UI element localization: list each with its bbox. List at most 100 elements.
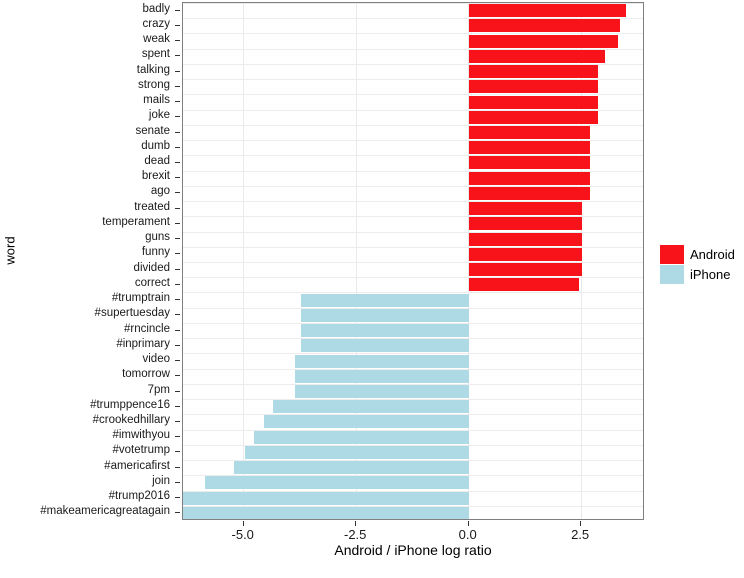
y-axis-tick-label: #trump2016: [108, 490, 170, 503]
bar: [295, 385, 469, 398]
y-axis-tick-label: 7pm: [147, 383, 170, 396]
y-axis-tick-mark: [175, 497, 180, 498]
x-axis-tick-mark: [580, 521, 581, 526]
bar: [468, 171, 591, 185]
y-axis-tick-label: #supertuesday: [94, 307, 170, 320]
legend-item-iphone: iPhone: [660, 264, 744, 284]
y-axis-tick-label: dumb: [141, 139, 170, 152]
x-axis-tick-label: 0.0: [458, 527, 477, 542]
y-axis-tick-label: guns: [145, 231, 170, 244]
bar: [468, 217, 583, 231]
y-axis-tick-mark: [175, 391, 180, 392]
y-axis-tick-mark: [175, 10, 180, 11]
bar: [253, 430, 469, 444]
bar: [301, 293, 469, 307]
y-axis-tick-mark: [175, 101, 180, 102]
bar: [183, 506, 469, 519]
bar: [468, 4, 627, 18]
y-axis-tick-label: ago: [150, 185, 170, 198]
x-axis-tick-mark: [355, 521, 356, 526]
bar: [468, 49, 606, 63]
legend-swatch: [660, 264, 684, 284]
y-axis-tick-mark: [175, 467, 180, 468]
y-axis-tick-mark: [175, 116, 180, 117]
x-axis-tick-label: 2.5: [571, 527, 590, 542]
legend-label: Android: [690, 246, 735, 262]
y-axis-tick-label: #rncincle: [123, 322, 170, 335]
y-axis-tick-mark: [175, 208, 180, 209]
bar: [468, 19, 620, 33]
x-axis-tick-mark: [468, 521, 469, 526]
y-axis-tick-label: #trumppence16: [90, 398, 170, 411]
bar: [468, 34, 618, 48]
y-axis-tick-mark: [175, 512, 180, 513]
y-axis-tick-mark: [175, 345, 180, 346]
y-axis-tick-label: senate: [135, 124, 170, 137]
bar: [233, 461, 469, 475]
y-axis-tick-mark: [175, 421, 180, 422]
bar: [263, 415, 469, 429]
y-axis-tick-label: badly: [142, 2, 171, 15]
bar: [468, 202, 583, 216]
bar: [468, 263, 583, 277]
bar: [468, 232, 583, 246]
y-axis-tick-mark: [175, 284, 180, 285]
bar: [468, 110, 598, 124]
bar: [183, 491, 469, 505]
bar: [244, 445, 469, 459]
y-axis-tick-mark: [175, 238, 180, 239]
legend-label: iPhone: [690, 266, 731, 282]
y-axis-tick-mark: [175, 436, 180, 437]
y-axis-tick-mark: [175, 177, 180, 178]
y-axis-tick-mark: [175, 25, 180, 26]
y-axis-tick-label: spent: [141, 48, 170, 61]
y-axis-tick-label: strong: [138, 78, 170, 91]
y-axis-tick-mark: [175, 147, 180, 148]
y-axis-tick-mark: [175, 451, 180, 452]
y-axis-tick-label: #makeamericagreatagain: [40, 505, 170, 518]
bar: [301, 339, 469, 353]
chart-container: word badly crazy weak spent talking strong mai…: [0, 0, 744, 578]
y-axis-tick-mark: [175, 330, 180, 331]
y-axis-tick-label: brexit: [141, 170, 170, 183]
y-axis-tick-label: video: [142, 353, 171, 366]
bar: [468, 80, 598, 94]
y-axis-tick-label: dead: [144, 154, 170, 167]
y-axis-tick-label: join: [152, 474, 170, 487]
x-axis-title: Android / iPhone log ratio: [334, 542, 492, 558]
bar: [468, 141, 591, 155]
bar: [468, 126, 591, 139]
bar: [295, 354, 469, 368]
y-axis-tick-label: treated: [134, 200, 170, 213]
bar: [468, 247, 583, 261]
x-axis-tick-label: -5.0: [231, 527, 254, 542]
legend-item-android: Android: [660, 244, 744, 264]
y-axis-tick-mark: [175, 299, 180, 300]
bar: [468, 156, 591, 170]
bar: [468, 65, 598, 79]
y-axis-tick-label: temperament: [102, 215, 170, 228]
vertical-gridline-0: [243, 3, 245, 519]
y-axis-tick-label: funny: [141, 246, 170, 259]
y-axis-tick-mark: [175, 482, 180, 483]
y-axis-tick-mark: [175, 223, 180, 224]
bar: [468, 278, 579, 292]
y-axis-tick-label: #inprimary: [116, 337, 170, 350]
bar: [468, 95, 598, 109]
plot-panel: [182, 2, 644, 520]
y-axis-tick-mark: [175, 162, 180, 163]
y-axis-tick-label: mails: [143, 94, 170, 107]
y-axis-tick-label: joke: [148, 109, 170, 122]
y-axis-tick-mark: [175, 55, 180, 56]
y-axis-tick-label: #americafirst: [104, 459, 170, 472]
y-axis-tick-mark: [175, 86, 180, 87]
y-axis-tick-mark: [175, 269, 180, 270]
y-axis-tick-mark: [175, 192, 180, 193]
bar: [301, 308, 469, 322]
y-axis-tick-label: weak: [143, 33, 170, 46]
y-axis-tick-mark: [175, 406, 180, 407]
legend-swatch: [660, 244, 684, 264]
x-axis-tick-mark: [243, 521, 244, 526]
y-axis-tick-mark: [175, 40, 180, 41]
y-axis-tick-mark: [175, 132, 180, 133]
